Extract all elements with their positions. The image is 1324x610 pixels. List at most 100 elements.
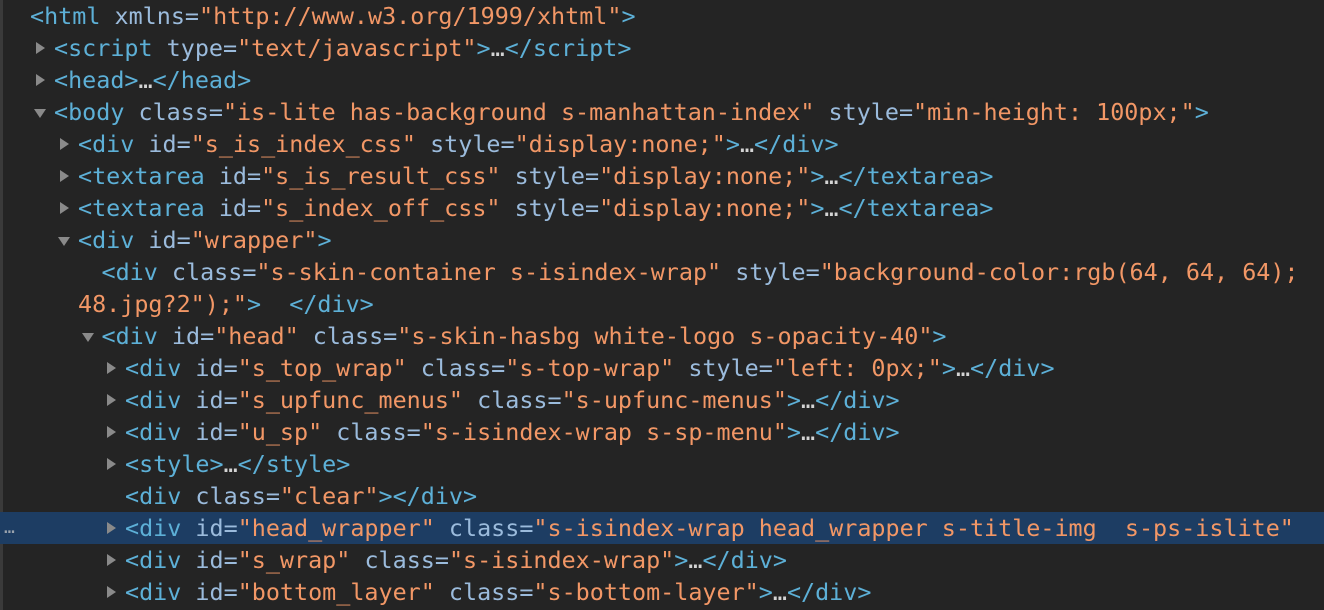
attribute-name: id=	[181, 514, 238, 542]
attribute-name: class=	[322, 418, 421, 446]
tag-token: >	[674, 546, 689, 574]
dom-node-row[interactable]: <script type="text/javascript">…</script…	[0, 32, 1324, 64]
tag-token: </head>	[152, 66, 252, 94]
dom-node-row[interactable]: <div id="s_top_wrap" class="s-top-wrap" …	[0, 352, 1324, 384]
node-markup: <div id="s_is_index_css" style="display:…	[78, 128, 839, 160]
text-content: …	[824, 194, 839, 222]
tag-token: </textarea>	[838, 194, 994, 222]
tag-token: >	[247, 290, 262, 318]
text-content: …	[801, 418, 816, 446]
tag-token: <head>	[54, 66, 139, 94]
attribute-value: "display:none;"	[514, 130, 726, 158]
text-content	[261, 290, 289, 318]
attribute-name: style=	[674, 354, 773, 382]
tag-token: <div	[125, 578, 182, 606]
attribute-name: class=	[157, 258, 257, 286]
expand-triangle-down-icon[interactable]	[57, 224, 71, 256]
text-content: …	[490, 34, 505, 62]
attribute-value: "s-isindex-wrap head_wrapper s-title-img…	[533, 514, 1294, 542]
collapse-triangle-right-icon[interactable]	[33, 64, 47, 96]
attribute-value: "s-top-wrap"	[505, 354, 675, 382]
node-actions-ellipsis-icon[interactable]: …	[4, 512, 15, 544]
attribute-name: class=	[434, 514, 534, 542]
node-markup: 48.jpg?2");"> </div>	[78, 288, 374, 320]
dom-node-row[interactable]: <div id="s_is_index_css" style="display:…	[0, 128, 1324, 160]
attribute-value: "bottom_layer"	[237, 578, 435, 606]
collapse-triangle-right-icon[interactable]	[104, 576, 118, 608]
node-markup: <div id="wrapper">	[78, 224, 332, 256]
tag-token: >	[932, 322, 947, 350]
attribute-value: "s-skin-hasbg white-logo s-opacity-40"	[397, 322, 933, 350]
dom-node-row[interactable]: <style>…</style>	[0, 448, 1324, 480]
tag-token: <div	[125, 354, 182, 382]
collapse-triangle-right-icon[interactable]	[104, 512, 118, 544]
dom-node-row[interactable]: <div id="s_wrap" class="s-isindex-wrap">…	[0, 544, 1324, 576]
dom-node-row[interactable]: <textarea id="s_is_result_css" style="di…	[0, 160, 1324, 192]
tag-token: <div	[125, 386, 182, 414]
node-markup: <div class="clear"></div>	[125, 480, 477, 512]
dom-node-row[interactable]: <div class="s-skin-container s-isindex-w…	[0, 256, 1324, 288]
node-markup: <div id="bottom_layer" class="s-bottom-l…	[125, 576, 871, 608]
attribute-name: id=	[181, 578, 238, 606]
tag-token: </div>	[754, 130, 839, 158]
collapse-triangle-right-icon[interactable]	[57, 192, 71, 224]
tag-token: >	[476, 34, 491, 62]
attribute-name: id=	[134, 130, 191, 158]
attribute-name: id=	[181, 386, 238, 414]
attribute-name: class=	[298, 322, 398, 350]
tag-token: >	[786, 418, 802, 446]
tag-token: <script	[54, 34, 153, 62]
text-content: …	[138, 66, 153, 94]
collapse-triangle-right-icon[interactable]	[57, 160, 71, 192]
text-content: …	[772, 578, 787, 606]
attribute-name: class=	[124, 98, 224, 126]
expand-triangle-down-icon[interactable]	[33, 96, 47, 128]
dom-node-row[interactable]: <html xmlns="http://www.w3.org/1999/xhtm…	[0, 0, 1324, 32]
attribute-value: "s-isindex-wrap s-sp-menu"	[420, 418, 787, 446]
collapse-triangle-right-icon[interactable]	[104, 384, 118, 416]
tag-token: <textarea	[78, 194, 205, 222]
attribute-name: style=	[416, 130, 515, 158]
tag-token: >	[1194, 98, 1209, 126]
tag-token: <style>	[125, 450, 224, 478]
dom-node-row[interactable]: <div class="clear"></div>	[0, 480, 1324, 512]
attribute-name: id=	[181, 418, 238, 446]
dom-node-row[interactable]: <div id="bottom_layer" class="s-bottom-l…	[0, 576, 1324, 608]
collapse-triangle-right-icon[interactable]	[104, 544, 118, 576]
dom-node-row[interactable]: <textarea id="s_index_off_css" style="di…	[0, 192, 1324, 224]
collapse-triangle-right-icon[interactable]	[104, 352, 118, 384]
attribute-value: "display:none;"	[599, 162, 811, 190]
attribute-name: id=	[134, 226, 191, 254]
dom-node-row[interactable]: <head>…</head>	[0, 64, 1324, 96]
attribute-name: id=	[157, 322, 215, 350]
attribute-value: "s_is_index_css"	[190, 130, 417, 158]
collapse-triangle-right-icon[interactable]	[104, 416, 118, 448]
attribute-name: style=	[500, 194, 600, 222]
collapse-triangle-right-icon[interactable]	[33, 32, 47, 64]
attribute-name: style=	[721, 258, 820, 286]
dom-node-row-selected[interactable]: … <div id="head_wrapper" class="s-isindex…	[0, 512, 1324, 544]
dom-tree[interactable]: <html xmlns="http://www.w3.org/1999/xhtm…	[0, 0, 1324, 608]
expand-triangle-down-icon[interactable]	[81, 320, 95, 352]
tag-token: <textarea	[78, 162, 205, 190]
attribute-name: id=	[204, 194, 262, 222]
dom-node-row[interactable]: <body class="is-lite has-background s-ma…	[0, 96, 1324, 128]
text-content: …	[688, 546, 703, 574]
node-markup: <textarea id="s_index_off_css" style="di…	[78, 192, 993, 224]
tag-token: </textarea>	[838, 162, 994, 190]
tag-token: >	[758, 578, 773, 606]
dom-node-row[interactable]: 48.jpg?2");"> </div>	[0, 288, 1324, 320]
tag-token: </div>	[815, 386, 900, 414]
dom-node-row[interactable]: <div id="u_sp" class="s-isindex-wrap s-s…	[0, 416, 1324, 448]
collapse-triangle-right-icon[interactable]	[57, 128, 71, 160]
node-markup: <html xmlns="http://www.w3.org/1999/xhtm…	[30, 0, 636, 32]
dom-node-row[interactable]: <div id="head" class="s-skin-hasbg white…	[0, 320, 1324, 352]
dom-node-row[interactable]: <div id="s_upfunc_menus" class="s-upfunc…	[0, 384, 1324, 416]
attribute-name: id=	[204, 162, 262, 190]
tag-token: <div	[125, 514, 182, 542]
collapse-triangle-right-icon[interactable]	[104, 448, 118, 480]
tag-token: >	[810, 194, 825, 222]
attribute-name: class=	[463, 386, 562, 414]
node-markup: <body class="is-lite has-background s-ma…	[54, 96, 1209, 128]
dom-node-row[interactable]: <div id="wrapper">	[0, 224, 1324, 256]
